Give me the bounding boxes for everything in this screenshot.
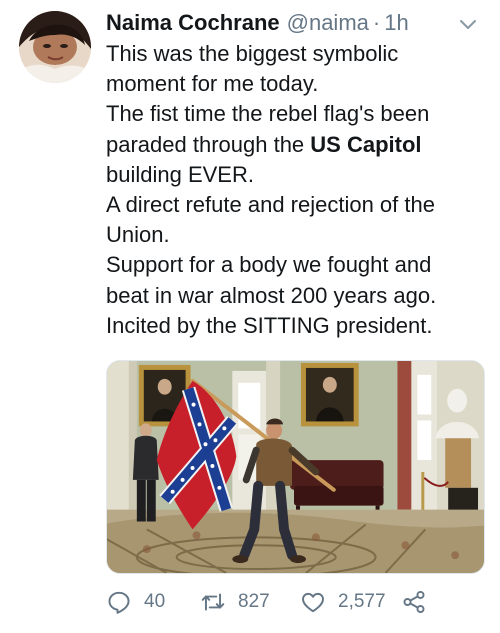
author-name[interactable]: Naima Cochrane bbox=[106, 10, 280, 36]
tweet-line: A direct refute and rejection of the bbox=[106, 192, 435, 218]
tweet-text: This was the biggest symbolic moment for… bbox=[106, 39, 486, 341]
like-count: 2,577 bbox=[338, 591, 386, 612]
like-button[interactable]: 2,577 bbox=[300, 588, 386, 616]
retweet-count: 827 bbox=[238, 591, 270, 612]
retweet-icon bbox=[201, 593, 225, 611]
tweet-line: paraded through the US Capitol bbox=[106, 130, 486, 160]
tweet-line-text: paraded through the bbox=[106, 131, 311, 157]
tweet-line: beat in war almost 200 years ago. bbox=[106, 282, 437, 308]
avatar-photo bbox=[19, 11, 91, 83]
tweet-timestamp[interactable]: 1h bbox=[384, 10, 408, 36]
heart-icon bbox=[302, 592, 324, 613]
author-handle[interactable]: @naima bbox=[287, 10, 369, 36]
tweet-line: Support for a body we fought and bbox=[106, 252, 432, 278]
tweet-line: Union. bbox=[106, 222, 170, 248]
reply-icon bbox=[108, 591, 130, 614]
reply-count: 40 bbox=[144, 591, 166, 612]
separator-dot: · bbox=[372, 10, 381, 35]
tweet-line: moment for me today. bbox=[106, 71, 319, 97]
tweet-line: The fist time the rebel flag's been bbox=[106, 101, 430, 127]
bold-text: US Capitol bbox=[310, 131, 422, 157]
chevron-down-icon[interactable] bbox=[456, 12, 480, 36]
tweet-actions: 40 827 2,577 bbox=[106, 588, 486, 616]
reply-button[interactable]: 40 bbox=[106, 588, 165, 616]
tweet-photo[interactable] bbox=[106, 360, 485, 574]
tweet-line: This was the biggest symbolic bbox=[106, 41, 399, 66]
photo-scene bbox=[107, 361, 484, 573]
avatar[interactable] bbox=[19, 11, 91, 83]
tweet[interactable]: Naima Cochrane @naima · 1h This was the … bbox=[0, 0, 500, 633]
share-icon bbox=[403, 590, 425, 614]
tweet-line: building EVER. bbox=[106, 161, 254, 187]
share-button[interactable] bbox=[401, 588, 427, 616]
tweet-header: Naima Cochrane @naima · 1h bbox=[106, 8, 480, 38]
tweet-line: Incited by the SITTING president. bbox=[106, 312, 433, 338]
retweet-button[interactable]: 827 bbox=[200, 588, 270, 616]
